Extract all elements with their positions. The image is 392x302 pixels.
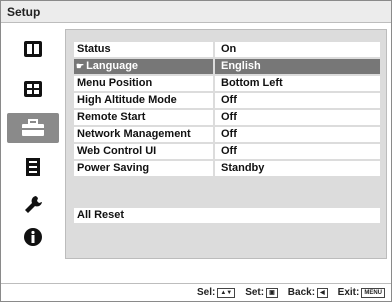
hint-back: Back: ◀ [288,287,328,298]
function-wrench-icon [25,196,42,213]
setting-label-text: Language [86,60,139,72]
information-icon [24,228,42,246]
hint-set: Set: ▣ [245,287,278,298]
setting-value: On [215,42,380,57]
setting-label-selected: ☛ Language [74,59,213,74]
sidebar-item-picture[interactable] [7,35,59,63]
setting-row-remote-start[interactable]: Remote Start Off [74,110,380,125]
hint-select-label: Sel: [196,287,216,298]
installation-icon [26,158,40,176]
hint-select: Sel: ▲▼ [196,287,236,298]
setting-label: Power Saving [74,161,213,176]
sidebar-item-function[interactable] [7,191,59,219]
hint-set-label: Set: [245,287,265,298]
sidebar-item-setup[interactable] [7,113,59,143]
key-hints-footer: Sel: ▲▼ Set: ▣ Back: ◀ Exit: MENU [1,283,391,301]
setting-row-language[interactable]: ☛ Language English [74,59,380,74]
setting-value: Standby [215,161,380,176]
setting-label: High Altitude Mode [74,93,213,108]
setting-value: Off [215,93,380,108]
setting-row-menu-position[interactable]: Menu Position Bottom Left [74,76,380,91]
setting-row-network-management[interactable]: Network Management Off [74,127,380,142]
setting-value: Off [215,127,380,142]
picture-icon [24,41,42,57]
setting-row-power-saving[interactable]: Power Saving Standby [74,161,380,176]
up-down-key-icon: ▲▼ [217,287,236,298]
setting-label: Web Control UI [74,144,213,159]
setting-value: Bottom Left [215,76,380,91]
title-bar: Setup [1,1,391,23]
all-reset-button[interactable]: All Reset [74,208,380,223]
screen-icon [24,81,42,97]
hint-exit-label: Exit: [337,287,360,298]
setting-row-status[interactable]: Status On [74,42,380,57]
setup-toolbox-icon [22,119,44,136]
setting-value: Off [215,110,380,125]
cursor-arrow-icon: ☛ [76,61,85,71]
setup-menu-window: Setup Status On ☛ Language English Menu … [0,0,392,302]
hint-back-label: Back: [287,287,316,298]
setting-label: Status [74,42,213,57]
setting-value: English [215,59,380,74]
sidebar-item-screen[interactable] [7,75,59,103]
enter-key-icon: ▣ [266,287,278,298]
setting-row-high-altitude-mode[interactable]: High Altitude Mode Off [74,93,380,108]
setting-value: Off [215,144,380,159]
sidebar-item-information[interactable] [7,223,59,251]
setting-label: Network Management [74,127,213,142]
sidebar-item-installation[interactable] [7,153,59,181]
menu-title: Setup [7,5,41,19]
menu-key-icon: MENU [361,287,385,298]
settings-panel: Status On ☛ Language English Menu Positio… [65,29,387,259]
setting-label: Menu Position [74,76,213,91]
menu-sidebar [7,29,59,259]
hint-exit: Exit: MENU [338,287,385,298]
setting-label: Remote Start [74,110,213,125]
left-key-icon: ◀ [317,287,328,298]
setting-row-web-control-ui[interactable]: Web Control UI Off [74,144,380,159]
